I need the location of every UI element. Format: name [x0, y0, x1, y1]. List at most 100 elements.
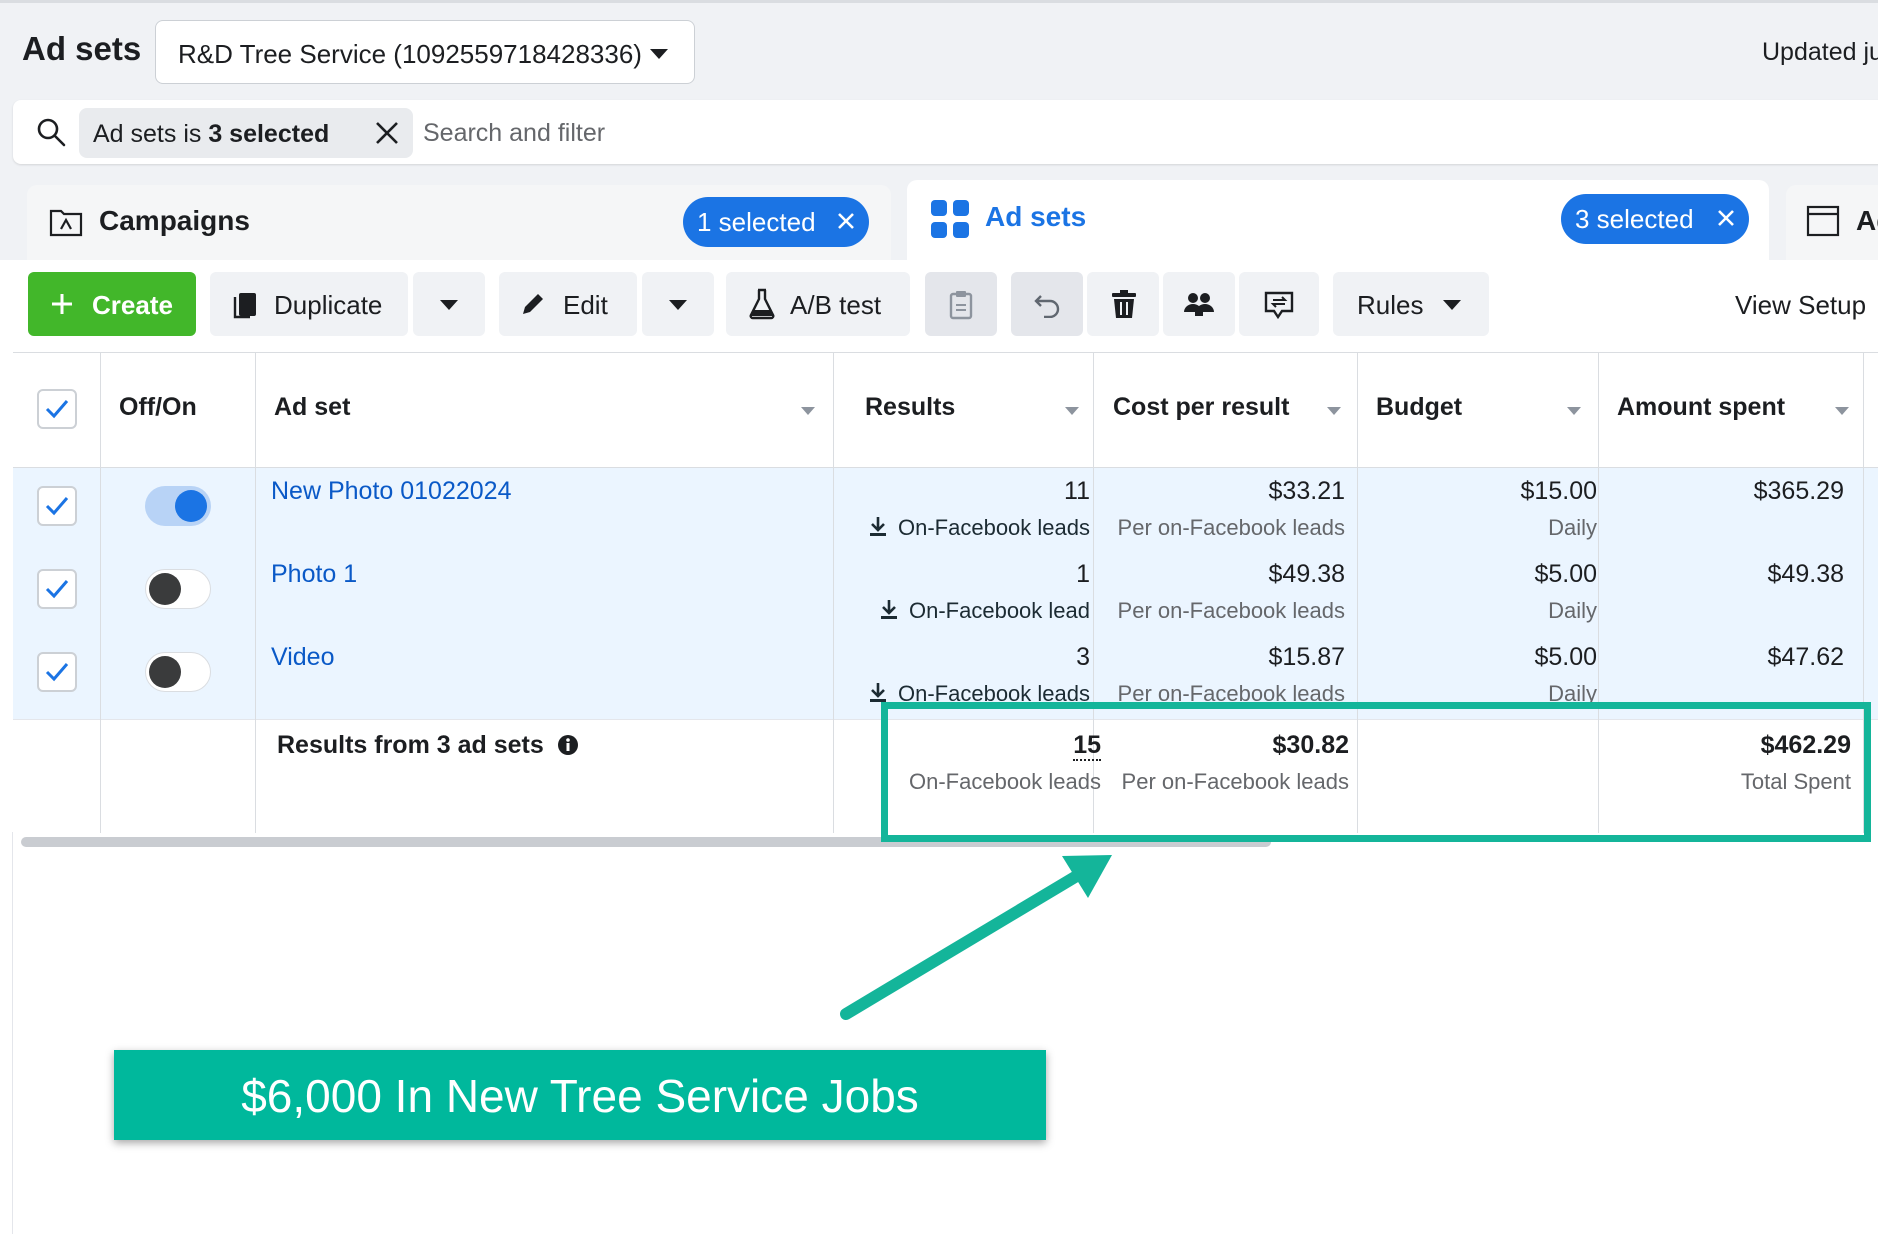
- tab-ads-label: Ad: [1856, 205, 1878, 236]
- toggle-knob: [149, 573, 181, 605]
- trash-icon: [1112, 290, 1136, 318]
- edit-dropdown-button[interactable]: [642, 272, 714, 336]
- row-checkbox[interactable]: [37, 486, 77, 526]
- delete-button[interactable]: [1087, 272, 1159, 336]
- flask-icon: [749, 288, 775, 320]
- toggle-knob: [149, 656, 181, 688]
- column-header-cost-per-result[interactable]: Cost per result: [1113, 393, 1289, 422]
- annotation-arrow: [840, 855, 1112, 1020]
- close-icon[interactable]: [837, 212, 855, 230]
- view-setup-link[interactable]: View Setup: [1735, 290, 1866, 321]
- checkmark-icon: [45, 400, 69, 419]
- folder-icon: [49, 209, 83, 237]
- campaigns-selected-badge[interactable]: 1 selected: [683, 197, 869, 247]
- rules-button-label: Rules: [1357, 290, 1424, 320]
- pencil-icon: [523, 294, 543, 314]
- results-value: 11: [1064, 477, 1090, 505]
- column-header-offon[interactable]: Off/On: [119, 393, 197, 422]
- adset-name-link[interactable]: New Photo 01022024: [271, 477, 511, 506]
- column-header-amount-spent[interactable]: Amount spent: [1617, 393, 1785, 422]
- create-button-label: Create: [92, 290, 173, 320]
- column-header-results[interactable]: Results: [865, 393, 955, 422]
- select-all-checkbox[interactable]: [37, 389, 77, 429]
- close-icon[interactable]: [1717, 209, 1735, 227]
- sort-caret-icon[interactable]: [1065, 407, 1079, 415]
- search-filter-bar[interactable]: Ad sets is 3 selected Search and filter: [13, 100, 1878, 164]
- checkmark-icon: [45, 497, 69, 516]
- tab-adsets-label: Ad sets: [985, 201, 1087, 232]
- close-icon[interactable]: [373, 119, 401, 147]
- budget-value: $5.00: [1534, 643, 1597, 671]
- clipboard-icon: [949, 291, 973, 320]
- chevron-down-icon: [669, 300, 687, 310]
- adset-name-link[interactable]: Video: [271, 643, 335, 672]
- adset-toggle[interactable]: [145, 486, 211, 526]
- results-value: 1: [1076, 560, 1090, 588]
- ab-test-button[interactable]: A/B test: [726, 272, 910, 336]
- download-icon: [881, 600, 897, 619]
- audience-button[interactable]: [1163, 272, 1235, 336]
- create-button[interactable]: Create: [28, 272, 196, 336]
- cost-type: Per on-Facebook leads: [1117, 598, 1345, 623]
- sort-caret-icon[interactable]: [1835, 407, 1849, 415]
- column-header-budget[interactable]: Budget: [1376, 393, 1462, 422]
- ab-test-button-label: A/B test: [790, 290, 882, 320]
- adset-toggle[interactable]: [145, 652, 211, 692]
- row-checkbox[interactable]: [37, 652, 77, 692]
- adsets-selected-label: 3 selected: [1575, 204, 1694, 234]
- row-checkbox[interactable]: [37, 569, 77, 609]
- chevron-down-icon: [440, 300, 458, 310]
- tab-campaigns-label: Campaigns: [99, 205, 250, 236]
- duplicate-button[interactable]: Duplicate: [210, 272, 408, 336]
- cost-value: $15.87: [1268, 643, 1345, 671]
- chevron-down-icon: [1443, 300, 1461, 310]
- filter-chip[interactable]: Ad sets is 3 selected: [79, 108, 413, 158]
- cost-value: $49.38: [1268, 560, 1345, 588]
- amount-spent-value: $365.29: [1753, 477, 1844, 505]
- clipboard-button[interactable]: [925, 272, 997, 336]
- highlight-box: [881, 702, 1871, 842]
- results-value: 3: [1076, 643, 1090, 671]
- adset-toggle[interactable]: [145, 569, 211, 609]
- account-selector[interactable]: R&D Tree Service (1092559718428336): [155, 20, 695, 84]
- adset-name-link[interactable]: Photo 1: [271, 560, 357, 589]
- checkmark-icon: [45, 580, 69, 599]
- sort-caret-icon[interactable]: [1567, 407, 1581, 415]
- sort-caret-icon[interactable]: [1327, 407, 1341, 415]
- tab-ads[interactable]: Ad: [1786, 185, 1878, 260]
- budget-value: $15.00: [1520, 477, 1597, 505]
- search-icon: [37, 118, 66, 147]
- grid-icon: [931, 200, 969, 238]
- results-type-link[interactable]: On-Facebook leads: [868, 515, 1090, 541]
- undo-button[interactable]: [1011, 272, 1083, 336]
- download-icon: [870, 683, 886, 702]
- page-title: Ad sets: [22, 30, 142, 67]
- cost-type: Per on-Facebook leads: [1117, 515, 1345, 540]
- annotation-banner: $6,000 In New Tree Service Jobs: [114, 1050, 1046, 1140]
- totals-label: Results from 3 ad sets: [277, 731, 579, 760]
- budget-value: $5.00: [1534, 560, 1597, 588]
- column-header-adset[interactable]: Ad set: [274, 393, 350, 422]
- sort-caret-icon[interactable]: [801, 407, 815, 415]
- tab-adsets[interactable]: Ad sets 3 selected: [907, 180, 1769, 262]
- edit-button[interactable]: Edit: [499, 272, 637, 336]
- duplicate-dropdown-button[interactable]: [413, 272, 485, 336]
- search-input[interactable]: Search and filter: [423, 119, 605, 148]
- results-type-link[interactable]: On-Facebook lead: [879, 598, 1090, 624]
- campaigns-selected-label: 1 selected: [697, 207, 816, 237]
- duplicate-button-label: Duplicate: [274, 290, 383, 320]
- toolbar: Create Duplicate Edit A/B test Rules Vie…: [13, 260, 1878, 352]
- download-icon: [870, 517, 886, 536]
- chevron-down-icon: [650, 49, 668, 59]
- info-icon[interactable]: [557, 734, 579, 756]
- export-icon: [1264, 291, 1294, 320]
- duplicate-icon: [233, 293, 256, 319]
- rules-button[interactable]: Rules: [1333, 272, 1489, 336]
- edit-button-label: Edit: [563, 290, 608, 320]
- tab-campaigns[interactable]: Campaigns 1 selected: [27, 185, 891, 260]
- export-button[interactable]: [1239, 272, 1319, 336]
- adsets-selected-badge[interactable]: 3 selected: [1561, 194, 1749, 244]
- ad-window-icon: [1806, 205, 1840, 237]
- undo-icon: [1034, 295, 1060, 318]
- people-icon: [1184, 293, 1214, 316]
